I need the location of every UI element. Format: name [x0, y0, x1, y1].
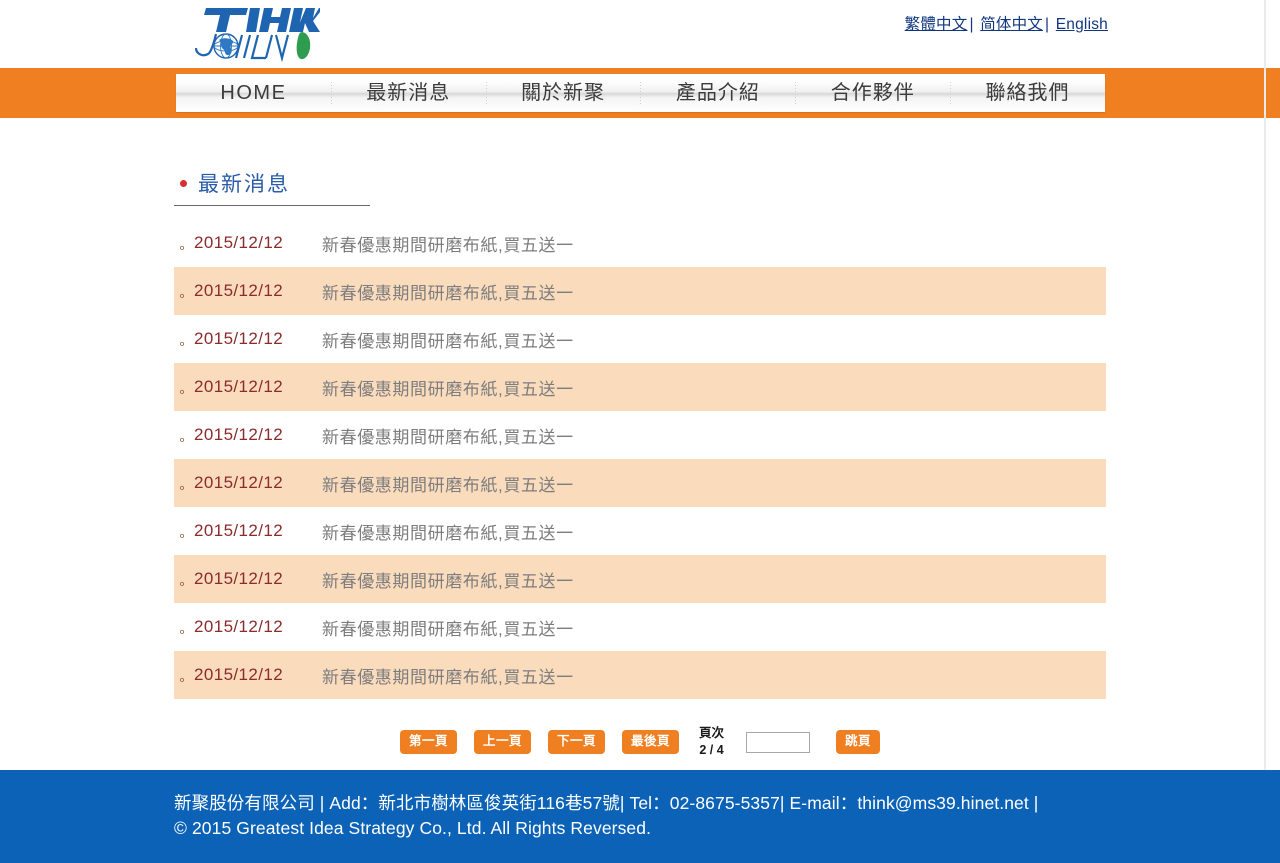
- news-date: 2015/12/12: [194, 281, 284, 300]
- section-header: 最新消息: [174, 118, 370, 206]
- page-counter-label: 頁次: [699, 726, 725, 741]
- news-list-item[interactable]: 。 2015/12/12 新春優惠期間研磨布紙,買五送一: [174, 555, 1106, 603]
- list-bullet-icon: 。: [179, 332, 193, 348]
- news-title[interactable]: 新春優惠期間研磨布紙,買五送一: [304, 663, 574, 688]
- main-navigation: HOME 最新消息 關於新聚 產品介紹 合作夥伴 聯絡我們: [176, 74, 1105, 112]
- news-list-item[interactable]: 。 2015/12/12 新春優惠期間研磨布紙,買五送一: [174, 651, 1106, 699]
- news-list-item[interactable]: 。 2015/12/12 新春優惠期間研磨布紙,買五送一: [174, 411, 1106, 459]
- page-counter-value: 2 / 4: [699, 743, 724, 757]
- next-page-button[interactable]: 下一頁: [547, 730, 605, 754]
- list-bullet-icon: 。: [179, 284, 193, 300]
- list-bullet-icon: 。: [179, 428, 193, 444]
- news-title[interactable]: 新春優惠期間研磨布紙,買五送一: [304, 375, 574, 400]
- news-list-item[interactable]: 。 2015/12/12 新春優惠期間研磨布紙,買五送一: [174, 603, 1106, 651]
- page-title: 最新消息: [174, 168, 370, 198]
- nav-item-partners[interactable]: 合作夥伴: [795, 74, 950, 112]
- news-title[interactable]: 新春優惠期間研磨布紙,買五送一: [304, 615, 574, 640]
- news-date: 2015/12/12: [194, 569, 284, 588]
- nav-item-about[interactable]: 關於新聚: [485, 74, 641, 112]
- globe-icon: [213, 33, 239, 59]
- news-list-item[interactable]: 。 2015/12/12 新春優惠期間研磨布紙,買五送一: [174, 507, 1106, 555]
- news-date: 2015/12/12: [194, 233, 284, 252]
- news-title[interactable]: 新春優惠期間研磨布紙,買五送一: [304, 567, 574, 592]
- last-page-button[interactable]: 最後頁: [622, 730, 680, 754]
- lang-link-english[interactable]: English: [1056, 16, 1108, 33]
- lang-link-simplified-chinese[interactable]: 简体中文: [980, 16, 1043, 33]
- news-title[interactable]: 新春優惠期間研磨布紙,買五送一: [304, 231, 574, 256]
- lang-link-traditional-chinese[interactable]: 繁體中文: [905, 16, 968, 33]
- pagination: 第一頁 上一頁 下一頁 最後頁 頁次 2 / 4 跳頁: [174, 717, 1106, 767]
- news-date: 2015/12/12: [194, 473, 284, 492]
- footer-company-info: 新聚股份有限公司 | Add：新北市樹林區俊英街116巷57號| Tel：02-…: [174, 793, 1039, 813]
- language-switcher: 繁體中文 | 简体中文 | English: [905, 12, 1108, 34]
- news-title[interactable]: 新春優惠期間研磨布紙,買五送一: [304, 423, 574, 448]
- list-bullet-icon: 。: [179, 524, 193, 540]
- news-title[interactable]: 新春優惠期間研磨布紙,買五送一: [304, 327, 574, 352]
- news-date: 2015/12/12: [194, 521, 284, 540]
- list-bullet-icon: 。: [179, 236, 193, 252]
- nav-item-contact[interactable]: 聯絡我們: [950, 74, 1105, 112]
- page-title-text: 最新消息: [198, 173, 290, 196]
- site-header: 繁體中文 | 简体中文 | English: [0, 0, 1280, 68]
- list-bullet-icon: 。: [179, 620, 193, 636]
- site-logo[interactable]: [186, 4, 320, 62]
- list-bullet-icon: 。: [179, 668, 193, 684]
- footer-copyright: © 2015 Greatest Idea Strategy Co., Ltd. …: [174, 818, 652, 838]
- nav-item-products[interactable]: 產品介紹: [640, 74, 795, 112]
- news-list-item[interactable]: 。 2015/12/12 新春優惠期間研磨布紙,買五送一: [174, 459, 1106, 507]
- first-page-button[interactable]: 第一頁: [399, 730, 457, 754]
- lang-separator-2: |: [1045, 16, 1050, 33]
- news-date: 2015/12/12: [194, 617, 284, 636]
- main-navigation-bar: HOME 最新消息 關於新聚 產品介紹 合作夥伴 聯絡我們: [0, 68, 1280, 118]
- bullet-dot-icon: [180, 179, 187, 187]
- previous-page-button[interactable]: 上一頁: [473, 730, 531, 754]
- list-bullet-icon: 。: [179, 572, 193, 588]
- news-list-item[interactable]: 。 2015/12/12 新春優惠期間研磨布紙,買五送一: [174, 267, 1106, 315]
- page-number-input[interactable]: [746, 731, 811, 753]
- news-list: 。 2015/12/12 新春優惠期間研磨布紙,買五送一 。 2015/12/1…: [174, 219, 1106, 699]
- nav-item-home[interactable]: HOME: [176, 74, 331, 112]
- news-date: 2015/12/12: [194, 377, 284, 396]
- page-counter: 頁次 2 / 4: [699, 725, 724, 759]
- site-footer: 新聚股份有限公司 | Add：新北市樹林區俊英街116巷57號| Tel：02-…: [0, 770, 1280, 863]
- news-title[interactable]: 新春優惠期間研磨布紙,買五送一: [304, 519, 574, 544]
- news-title[interactable]: 新春優惠期間研磨布紙,買五送一: [304, 471, 574, 496]
- news-list-item[interactable]: 。 2015/12/12 新春優惠期間研磨布紙,買五送一: [174, 219, 1106, 267]
- news-list-item[interactable]: 。 2015/12/12 新春優惠期間研磨布紙,買五送一: [174, 363, 1106, 411]
- taiwan-island-icon: [296, 32, 311, 60]
- lang-separator-1: |: [969, 16, 974, 33]
- jump-page-button[interactable]: 跳頁: [836, 730, 881, 754]
- list-bullet-icon: 。: [179, 380, 193, 396]
- news-date: 2015/12/12: [194, 665, 284, 684]
- news-date: 2015/12/12: [194, 329, 284, 348]
- news-date: 2015/12/12: [194, 425, 284, 444]
- nav-item-news[interactable]: 最新消息: [330, 74, 486, 112]
- news-list-item[interactable]: 。 2015/12/12 新春優惠期間研磨布紙,買五送一: [174, 315, 1106, 363]
- page-scrollbar-edge[interactable]: [1264, 0, 1266, 770]
- list-bullet-icon: 。: [179, 476, 193, 492]
- main-content: 最新消息 。 2015/12/12 新春優惠期間研磨布紙,買五送一 。 2015…: [0, 118, 1280, 820]
- news-title[interactable]: 新春優惠期間研磨布紙,買五送一: [304, 279, 574, 304]
